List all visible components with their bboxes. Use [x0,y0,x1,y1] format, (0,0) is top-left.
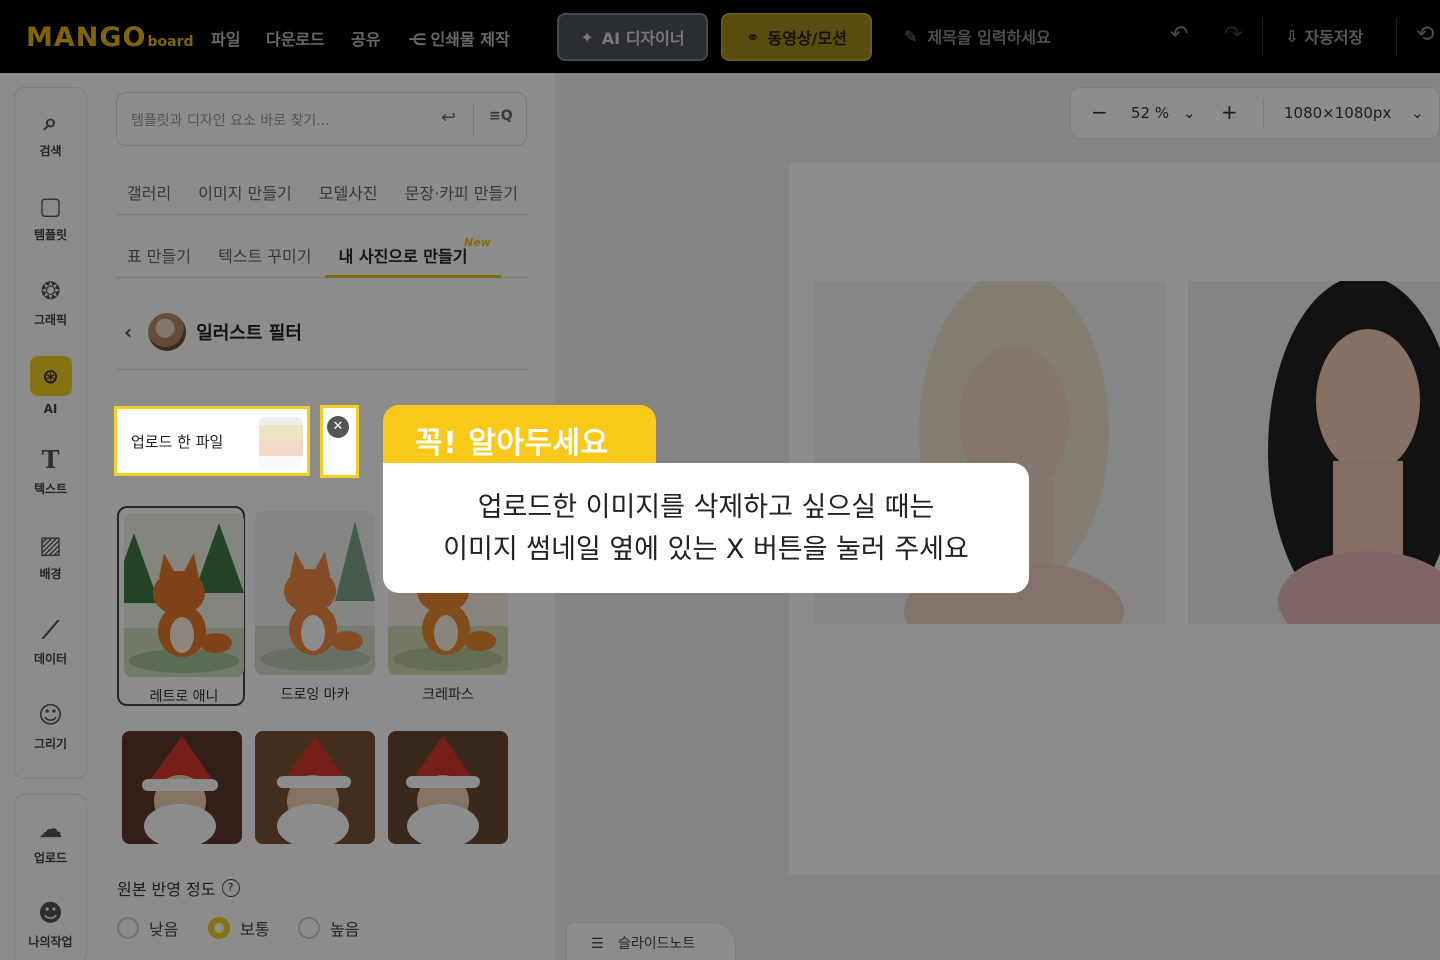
tip-line-1: 업로드한 이미지를 삭제하고 싶으실 때는 [477,492,935,523]
tip-body: 업로드한 이미지를 삭제하고 싶으실 때는 이미지 썸네일 옆에 있는 X 버튼… [383,463,1029,593]
tip-heading: 꼭! 알아두세요 [383,405,656,467]
close-icon[interactable]: ✕ [327,416,349,438]
uploaded-thumbnail [259,417,303,469]
uploaded-file-card[interactable]: 업로드 한 파일 [114,406,310,476]
tip-line-2: 이미지 썸네일 옆에 있는 X 버튼을 눌러 주세요 [443,534,969,565]
uploaded-file-label: 업로드 한 파일 [131,433,224,451]
